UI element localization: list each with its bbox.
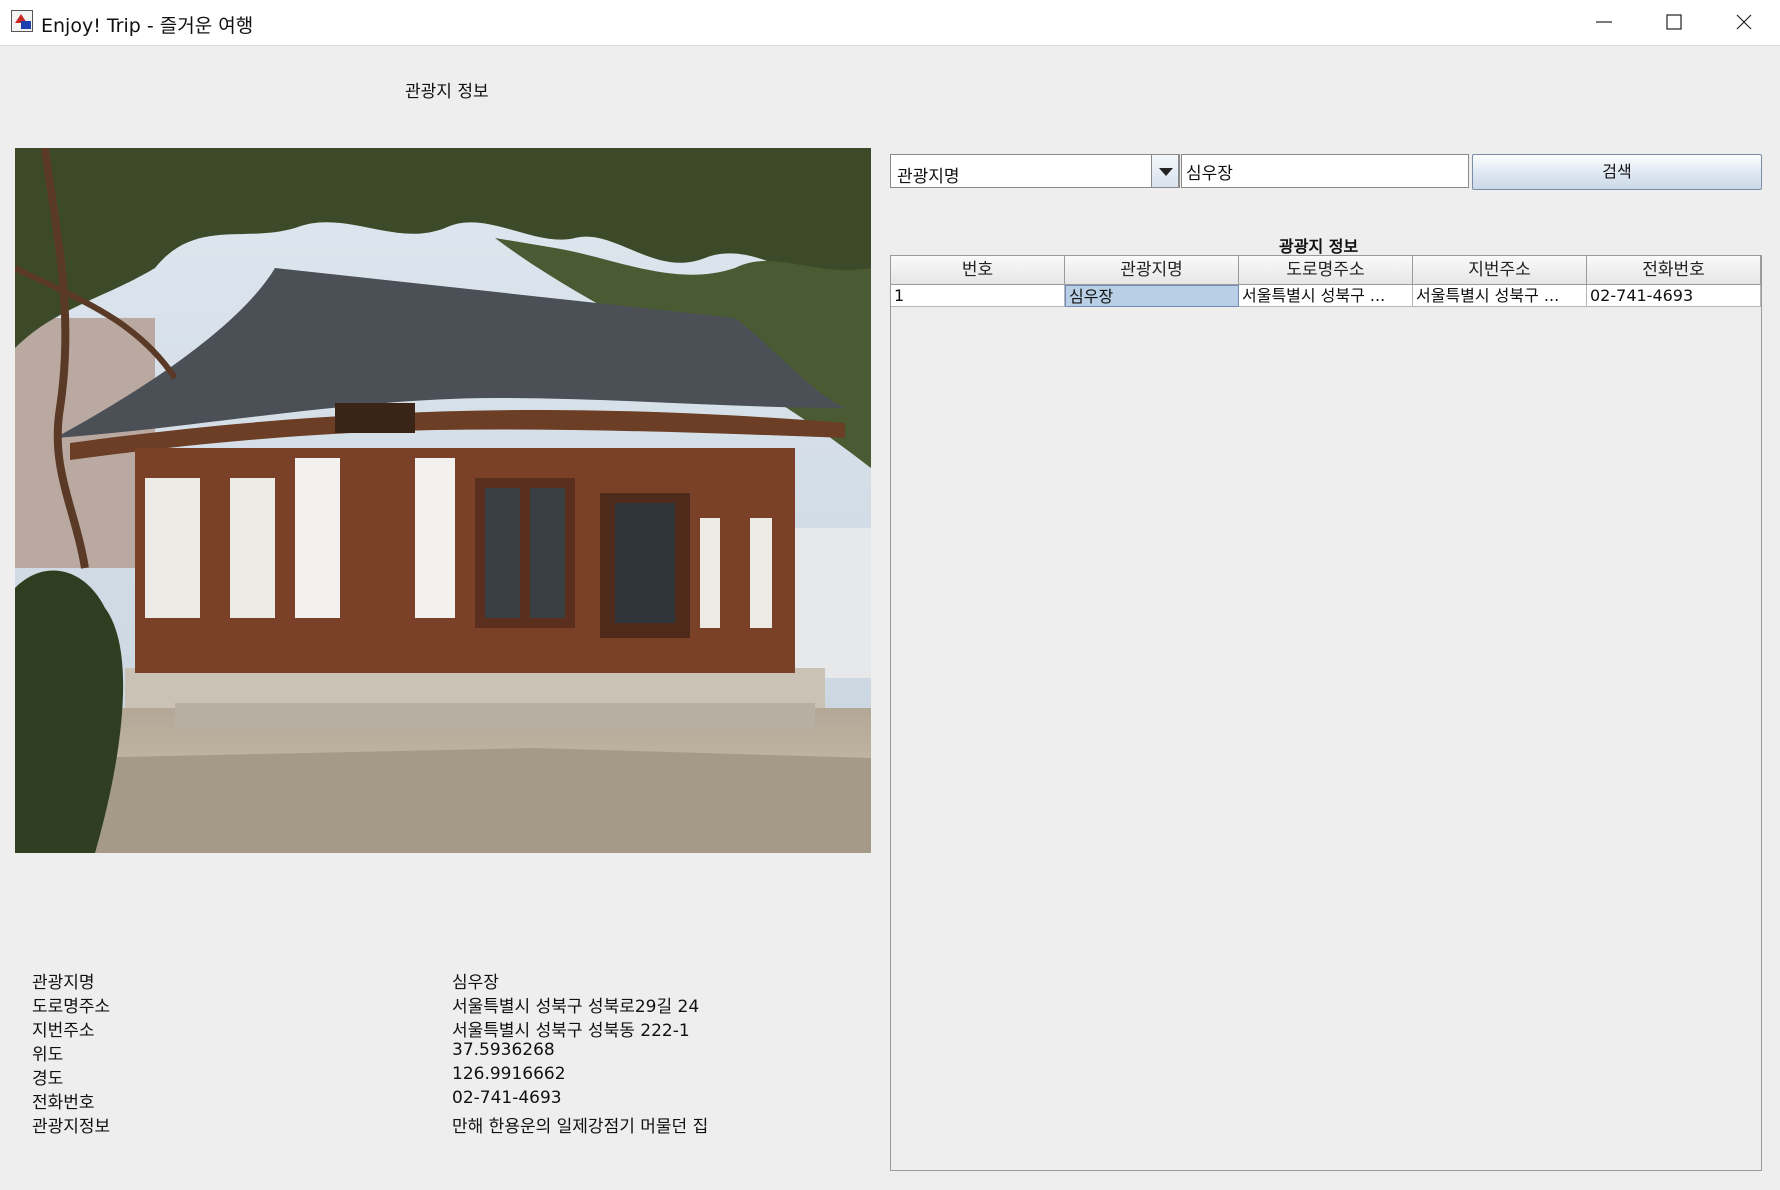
table-header: 번호 관광지명 도로명주소 지번주소 전화번호 [891,256,1761,285]
close-icon [1736,14,1752,30]
info-label-latitude: 위도 [32,1045,64,1065]
table-cell-selected[interactable]: 심우장 [1065,285,1239,307]
info-label-phone: 전화번호 [32,1093,95,1113]
window-title: Enjoy! Trip - 즐거운 여행 [41,15,254,37]
info-value-latitude: 37.5936268 [452,1040,555,1060]
maximize-icon [1666,14,1682,30]
minimize-icon [1596,21,1612,23]
info-label-longitude: 경도 [32,1069,64,1089]
column-header-road-address[interactable]: 도로명주소 [1239,256,1413,285]
info-label-lot-address: 지번주소 [32,1021,95,1041]
results-table[interactable]: 번호 관광지명 도로명주소 지번주소 전화번호 1 심우장 서울특별시 성북구 … [890,255,1762,1171]
java-app-icon [11,10,33,32]
chevron-down-icon [1159,168,1173,176]
info-value-description: 만해 한용운의 일제강점기 머물던 집 [452,1117,709,1137]
info-label-name: 관광지명 [32,973,95,993]
info-value-phone: 02-741-4693 [452,1088,562,1108]
close-button[interactable] [1710,0,1778,45]
info-value-lot-address: 서울특별시 성북구 성북동 222-1 [452,1021,690,1041]
info-value-road-address: 서울특별시 성북구 성북로29길 24 [452,997,700,1017]
column-header-number[interactable]: 번호 [891,256,1065,285]
search-button[interactable]: 검색 [1472,154,1762,190]
info-value-name: 심우장 [452,973,499,993]
table-cell[interactable]: 서울특별시 성북구 ... [1239,285,1413,307]
info-label-description: 관광지정보 [32,1117,111,1137]
table-cell[interactable]: 1 [891,285,1065,307]
info-label-road-address: 도로명주소 [32,997,111,1017]
column-header-phone[interactable]: 전화번호 [1587,256,1761,285]
left-panel-title: 관광지 정보 [405,82,489,102]
select-dropdown-button[interactable] [1151,154,1179,188]
column-header-lot-address[interactable]: 지번주소 [1413,256,1587,285]
table-row[interactable]: 1 심우장 서울특별시 성북구 ... 서울특별시 성북구 ... 02-741… [891,285,1761,307]
search-input[interactable] [1181,154,1469,188]
title-bar[interactable]: Enjoy! Trip - 즐거운 여행 [0,0,1780,46]
column-header-name[interactable]: 관광지명 [1065,256,1239,285]
attraction-photo [15,148,871,853]
maximize-button[interactable] [1640,0,1708,45]
search-field-select-value: 관광지명 [897,167,960,187]
table-cell[interactable]: 서울특별시 성북구 ... [1413,285,1587,307]
search-field-select[interactable]: 관광지명 [890,154,1180,188]
info-value-longitude: 126.9916662 [452,1064,566,1084]
table-title: 광광지 정보 [1279,237,1359,256]
minimize-button[interactable] [1570,0,1638,45]
table-cell[interactable]: 02-741-4693 [1587,285,1761,307]
